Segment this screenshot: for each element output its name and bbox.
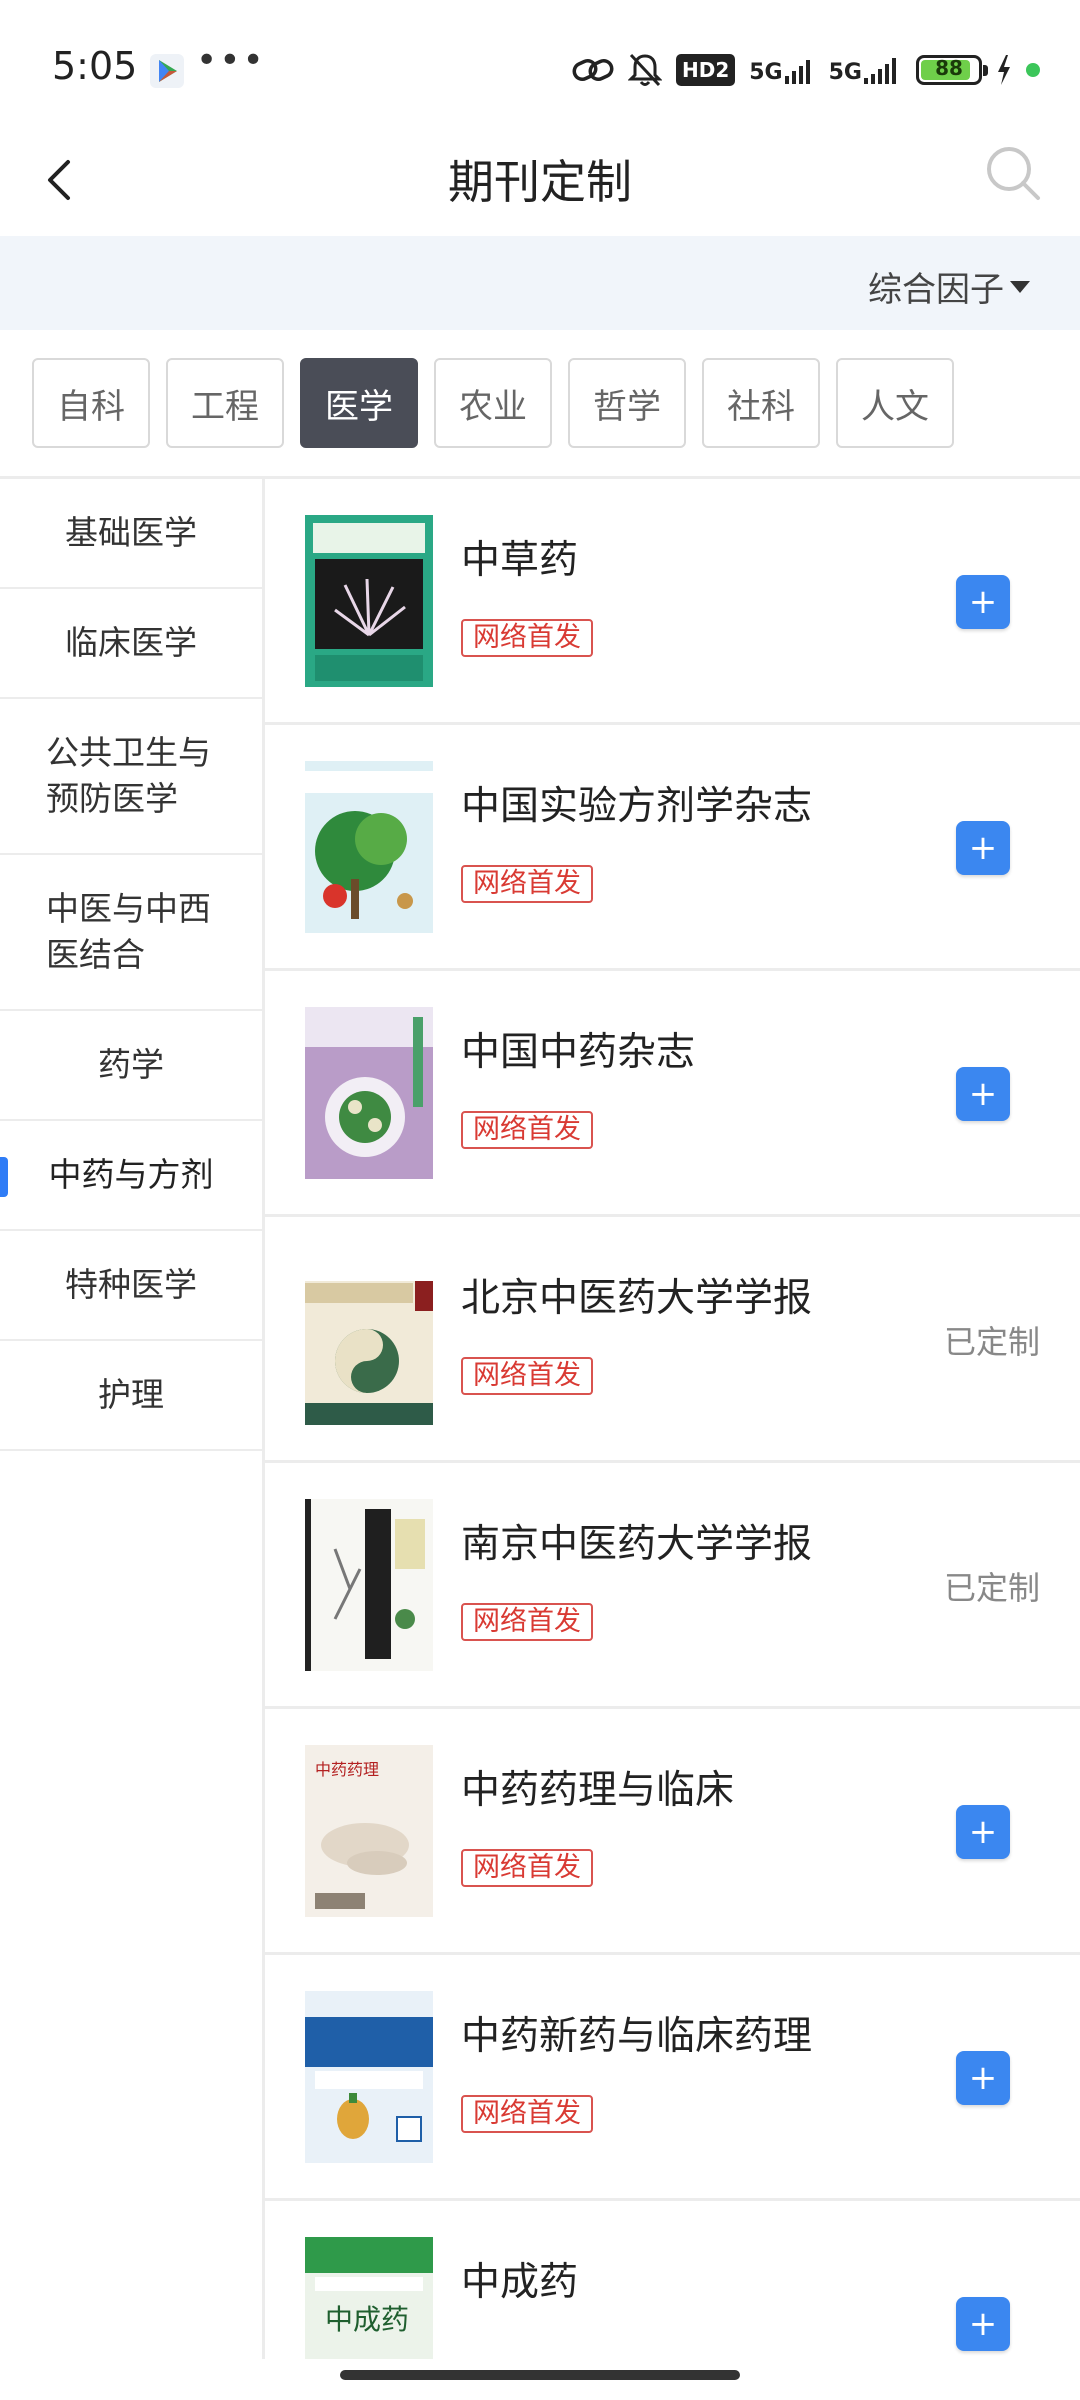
tab-ziran[interactable]: 自科 (32, 358, 150, 448)
journal-title: 南京中医药大学学报 (461, 1522, 813, 1567)
sidebar-item-label-line2: 医结合 (46, 935, 145, 974)
journal-cover-image (305, 1253, 433, 1425)
play-store-icon (150, 54, 184, 88)
online-first-badge: 网络首发 (461, 619, 593, 657)
sidebar-item-tcm-formulas[interactable]: 中药与方剂 (0, 1121, 262, 1231)
page-title: 期刊定制 (448, 155, 632, 209)
hd-icon: HD2 (675, 54, 736, 86)
sidebar-item-nursing[interactable]: 护理 (0, 1341, 262, 1451)
online-first-badge: 网络首发 (461, 865, 593, 903)
link-icon (572, 58, 614, 82)
dot-icon (1026, 63, 1040, 77)
add-button[interactable]: + (956, 1067, 1010, 1121)
sort-dropdown[interactable]: 综合因子 (868, 262, 1030, 311)
journal-cover-image: 中药药理 (305, 1745, 433, 1917)
tab-zhexue[interactable]: 哲学 (568, 358, 686, 448)
add-button[interactable]: + (956, 1805, 1010, 1859)
more-icon: ••• (196, 40, 266, 81)
add-button[interactable]: + (956, 2297, 1010, 2351)
sidebar-item-clinical-medicine[interactable]: 临床医学 (0, 589, 262, 699)
journal-cover-image (305, 515, 433, 687)
caret-down-icon (1010, 280, 1030, 293)
tab-nongye[interactable]: 农业 (434, 358, 552, 448)
journal-list: 中草药 网络首发 + 中国实验方剂学杂志 网络首发 + 中国中药杂志 网络首发 … (265, 479, 1080, 2359)
online-first-badge: 网络首发 (461, 2095, 593, 2133)
subcategory-sidebar: 基础医学 临床医学 公共卫生与 预防医学 中医与中西 医结合 药学 中药与方剂 … (0, 479, 265, 2359)
sidebar-item-label: 护理 (98, 1375, 164, 1414)
sidebar-item-label: 特种医学 (65, 1265, 197, 1304)
tab-renwen[interactable]: 人文 (836, 358, 954, 448)
svg-text:中成药: 中成药 (325, 2303, 409, 2336)
charging-icon (998, 55, 1010, 85)
tab-gongcheng[interactable]: 工程 (166, 358, 284, 448)
journal-cover-image (305, 1499, 433, 1671)
sidebar-item-special-medicine[interactable]: 特种医学 (0, 1231, 262, 1341)
active-indicator (0, 1157, 8, 1197)
mute-icon (627, 53, 662, 87)
online-first-badge: 网络首发 (461, 1603, 593, 1641)
journal-title: 中药药理与临床 (461, 1768, 735, 1813)
subscribed-status: 已定制 (943, 1323, 1040, 1361)
journal-row[interactable]: 中成药 中成药 + (265, 2201, 1080, 2359)
journal-title: 中成药 (461, 2260, 579, 2305)
status-bar: 5:05 ••• HD2 5G 5G 88 (0, 0, 1080, 130)
journal-cover-image (305, 1007, 433, 1179)
sidebar-item-label: 中药与方剂 (48, 1155, 214, 1194)
battery-icon: 88 (916, 55, 988, 85)
sort-bar: 综合因子 (0, 236, 1080, 330)
sidebar-item-public-health[interactable]: 公共卫生与 预防医学 (0, 699, 262, 855)
sort-label: 综合因子 (868, 270, 1004, 310)
journal-row[interactable]: 中国实验方剂学杂志 网络首发 + (265, 725, 1080, 971)
title-bar: 期刊定制 (0, 130, 1080, 236)
signal-icon-2: 5G (829, 56, 902, 84)
status-icons: HD2 5G 5G 88 (572, 50, 1040, 90)
sidebar-item-pharmacy[interactable]: 药学 (0, 1011, 262, 1121)
sidebar-item-label-line2: 预防医学 (46, 779, 178, 818)
sidebar-item-tcm-integrative[interactable]: 中医与中西 医结合 (0, 855, 262, 1011)
sidebar-item-label: 基础医学 (65, 513, 197, 552)
home-indicator[interactable] (340, 2370, 740, 2380)
journal-cover-image: 中成药 (305, 2237, 433, 2359)
sidebar-item-label: 中医与中西 (46, 889, 211, 928)
online-first-badge: 网络首发 (461, 1849, 593, 1887)
journal-title: 北京中医药大学学报 (461, 1276, 813, 1321)
category-tabs: 自科 工程 医学 农业 哲学 社科 人文 (32, 358, 954, 448)
sidebar-item-basic-medicine[interactable]: 基础医学 (0, 479, 262, 589)
add-button[interactable]: + (956, 575, 1010, 629)
journal-title: 中药新药与临床药理 (461, 2014, 813, 2059)
sidebar-item-label: 药学 (98, 1045, 164, 1084)
journal-row[interactable]: 中药药理 中药药理与临床 网络首发 + (265, 1709, 1080, 1955)
status-time: 5:05 (52, 44, 138, 88)
journal-title: 中国实验方剂学杂志 (461, 784, 813, 829)
journal-row[interactable]: 南京中医药大学学报 网络首发 已定制 (265, 1463, 1080, 1709)
tab-sheke[interactable]: 社科 (702, 358, 820, 448)
tab-yixue[interactable]: 医学 (300, 358, 418, 448)
signal-icon: 5G (749, 56, 814, 84)
journal-row[interactable]: 中国中药杂志 网络首发 + (265, 971, 1080, 1217)
online-first-badge: 网络首发 (461, 1357, 593, 1395)
journal-title: 中国中药杂志 (461, 1030, 696, 1075)
add-button[interactable]: + (956, 821, 1010, 875)
search-icon[interactable] (982, 142, 1044, 204)
journal-row[interactable]: 中药新药与临床药理 网络首发 + (265, 1955, 1080, 2201)
add-button[interactable]: + (956, 2051, 1010, 2105)
sidebar-item-label: 临床医学 (65, 623, 197, 662)
journal-row[interactable]: 北京中医药大学学报 网络首发 已定制 (265, 1217, 1080, 1463)
journal-cover-image (305, 1991, 433, 2163)
journal-cover-image (305, 761, 433, 933)
online-first-badge: 网络首发 (461, 1111, 593, 1149)
journal-title: 中草药 (461, 538, 579, 583)
svg-text:中药药理: 中药药理 (315, 1760, 379, 1779)
subscribed-status: 已定制 (943, 1569, 1040, 1607)
sidebar-item-label: 公共卫生与 (46, 733, 211, 772)
journal-row[interactable]: 中草药 网络首发 + (265, 479, 1080, 725)
